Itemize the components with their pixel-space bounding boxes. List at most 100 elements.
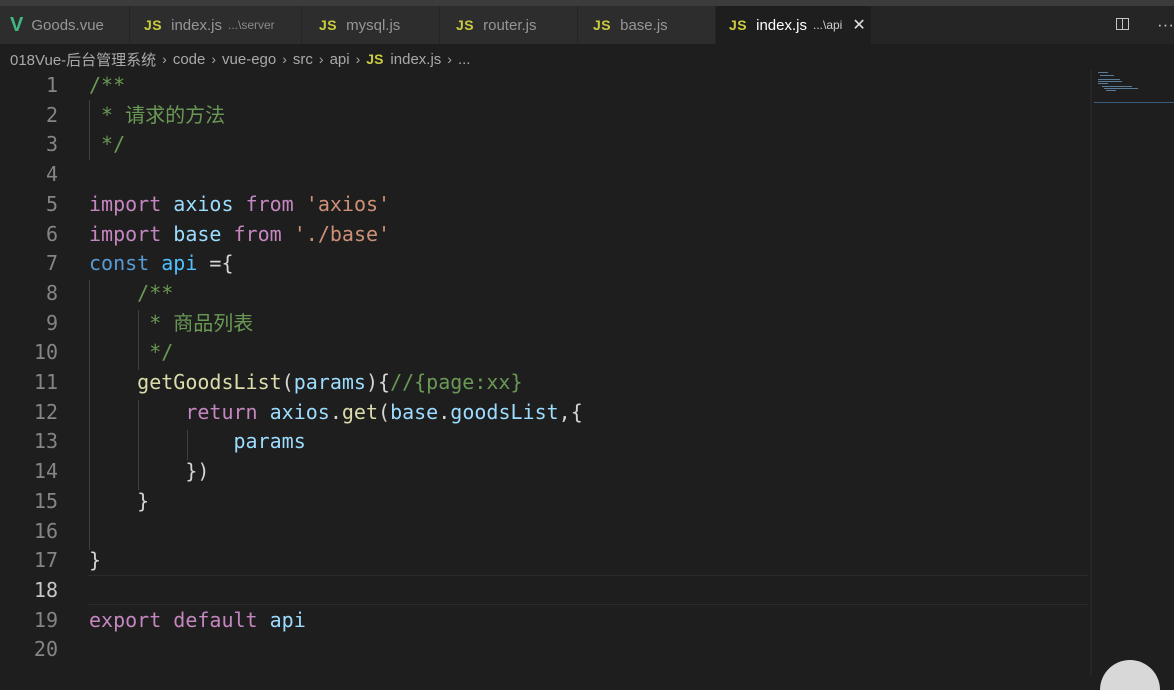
tab-index-js-server[interactable]: JS index.js ...\server [130, 6, 302, 44]
code-text: import base from './base' [89, 219, 390, 249]
code-text: }) [89, 456, 209, 486]
tab-base-js[interactable]: JS base.js [578, 6, 716, 44]
chevron-right-icon: › [355, 51, 361, 67]
code-text: params [89, 426, 306, 456]
js-file-icon: JS [366, 51, 384, 67]
js-file-icon: JS [593, 17, 612, 33]
line-number: 19 [33, 607, 58, 632]
code-token: base [390, 399, 439, 424]
code-token: return [185, 399, 258, 424]
code-line[interactable]: 15 } [0, 486, 1090, 516]
close-icon[interactable]: ✕ [852, 15, 865, 35]
code-text: return axios.get(base.goodsList,{ [89, 397, 582, 427]
code-token: /** [137, 280, 174, 305]
code-token: axios [173, 191, 234, 216]
code-token: base [173, 221, 222, 246]
tab-router-js[interactable]: JS router.js [440, 6, 578, 44]
code-text: } [89, 545, 101, 575]
code-line[interactable]: 18 [0, 574, 1090, 605]
code-token: import [89, 221, 162, 246]
code-token: ( [281, 370, 294, 394]
code-editor[interactable]: 1/** 2 * 请求的方法 3 */4 5 import axios from 'ax… [0, 70, 1090, 676]
code-token: * 商品列表 [137, 310, 254, 335]
js-file-icon: JS [729, 17, 748, 33]
split-editor-icon[interactable] [1116, 15, 1143, 35]
code-token: './base' [293, 221, 391, 246]
line-number: 9 [45, 310, 58, 335]
code-token: from [233, 221, 282, 246]
code-token: export [89, 607, 162, 632]
code-text: /** [89, 70, 125, 100]
chevron-right-icon: › [282, 51, 287, 67]
code-token: get [341, 399, 379, 424]
code-token: from [245, 191, 294, 216]
code-line[interactable]: 8 /** [0, 278, 1090, 308]
tab-mysql-js[interactable]: JS mysql.js [302, 6, 440, 44]
tab-index-js-api[interactable]: JS index.js ...\api ✕ [716, 6, 872, 44]
line-number: 17 [33, 548, 58, 573]
code-line[interactable]: 14 }) [0, 456, 1090, 486]
minimap[interactable] [1094, 70, 1174, 110]
editor-tab-bar: V Goods.vue JS index.js ...\server JS my… [0, 6, 1174, 44]
code-line[interactable]: 10 */ [0, 337, 1090, 367]
code-text: */ [89, 129, 125, 159]
watermark-avatar [1100, 660, 1160, 690]
code-line[interactable]: 7 const api ={ [0, 248, 1090, 278]
tab-goods-vue[interactable]: V Goods.vue [0, 6, 130, 44]
code-token: params [233, 429, 306, 454]
code-line[interactable]: 19 export default api [0, 605, 1090, 635]
code-token: ={ [197, 251, 234, 276]
code-line[interactable]: 5 import axios from 'axios' [0, 189, 1090, 219]
code-token: api [269, 607, 306, 632]
chevron-right-icon: › [162, 51, 167, 67]
code-token: } [137, 488, 150, 513]
code-line[interactable]: 1 /** [0, 70, 1090, 100]
code-line[interactable]: 3 */ [0, 129, 1090, 159]
breadcrumb-item[interactable]: api [330, 51, 350, 68]
breadcrumb-item[interactable]: code [173, 51, 206, 68]
code-token: . [329, 399, 342, 424]
line-number: 7 [45, 251, 58, 276]
tab-label: mysql.js [346, 16, 401, 34]
code-token: ( [378, 399, 391, 424]
line-number: 8 [45, 280, 58, 305]
code-token: //{page:xx} [390, 370, 523, 394]
breadcrumb-file[interactable]: index.js [390, 51, 441, 68]
code-line[interactable]: 16 [0, 516, 1090, 546]
breadcrumb-symbols[interactable]: ... [458, 51, 471, 68]
code-line[interactable]: 2 * 请求的方法 [0, 100, 1090, 130]
code-token: */ [89, 132, 126, 157]
code-line[interactable]: 13 params [0, 426, 1090, 456]
breadcrumb: 018Vue-后台管理系统 › code › vue-ego › src › a… [10, 49, 470, 69]
code-line[interactable]: 12 return axios.get(base.goodsList,{ [0, 397, 1090, 427]
tab-path-suffix: ...\server [227, 18, 275, 32]
code-line[interactable]: 6 import base from './base' [0, 219, 1090, 249]
editor-scrollbar[interactable] [1090, 70, 1092, 676]
chevron-right-icon: › [447, 51, 452, 67]
tab-label: base.js [620, 16, 668, 34]
breadcrumb-item[interactable]: vue-ego [222, 51, 276, 68]
code-line[interactable]: 20 [0, 634, 1090, 664]
code-line[interactable]: 9 * 商品列表 [0, 308, 1090, 338]
code-text: const api ={ [89, 248, 234, 278]
code-text: */ [89, 337, 173, 367]
breadcrumb-item[interactable]: src [293, 51, 313, 68]
code-line[interactable]: 4 [0, 159, 1090, 189]
code-line[interactable]: 11 getGoodsList(params){//{page:xx} [0, 367, 1090, 397]
code-line[interactable]: 17} [0, 545, 1090, 575]
breadcrumb-item[interactable]: 018Vue-后台管理系统 [10, 49, 156, 70]
more-actions-icon[interactable]: ··· [1157, 15, 1174, 35]
code-token: goodsList [450, 399, 559, 424]
code-token: * 请求的方法 [89, 102, 226, 127]
code-token: import [89, 191, 162, 216]
code-text: export default api [89, 605, 306, 635]
